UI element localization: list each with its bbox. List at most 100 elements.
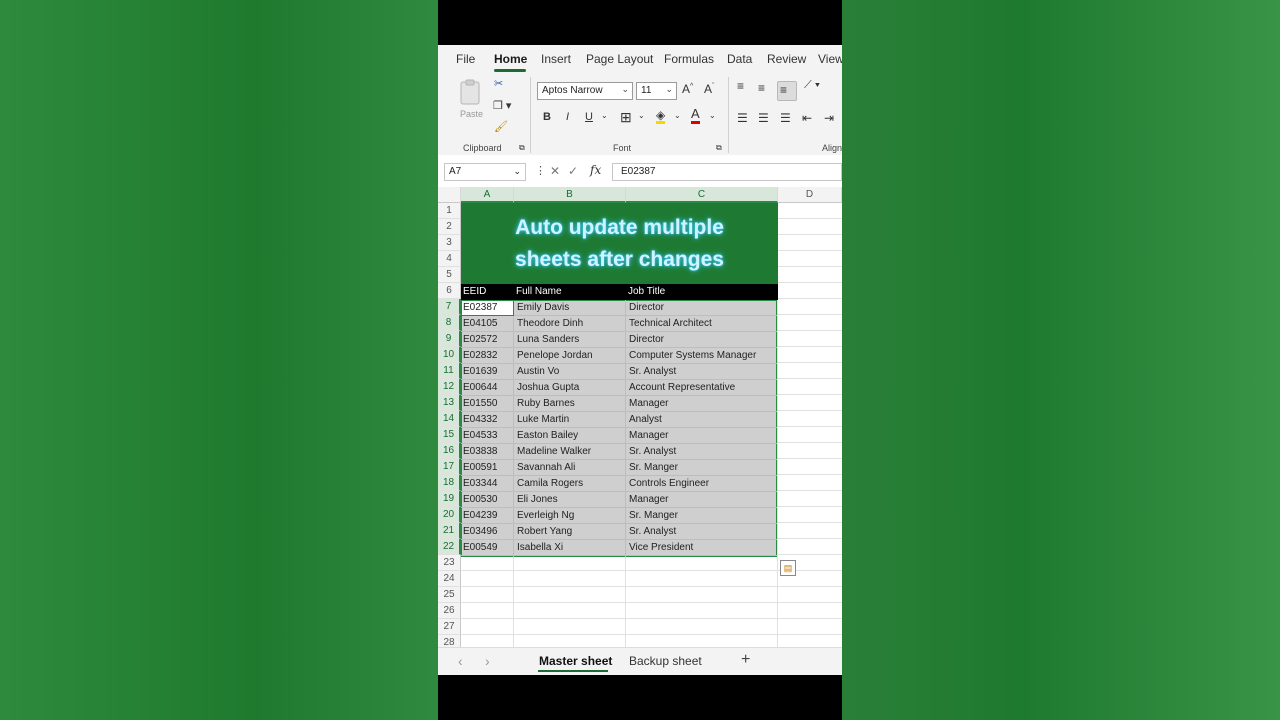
cell-full-name[interactable]: Austin Vo xyxy=(517,364,559,380)
bold-icon[interactable]: B xyxy=(543,111,551,123)
cell-job-title[interactable]: Vice President xyxy=(629,540,693,556)
row-header[interactable]: 11 xyxy=(438,363,461,379)
cell-full-name[interactable]: Eli Jones xyxy=(517,492,558,508)
formula-input[interactable]: E02387 xyxy=(612,163,842,181)
row-header[interactable]: 9 xyxy=(438,331,461,347)
next-sheet-icon[interactable]: › xyxy=(485,653,490,669)
cell-job-title[interactable]: Sr. Analyst xyxy=(629,444,676,460)
row-header[interactable]: 16 xyxy=(438,443,461,459)
column-header-d[interactable]: D xyxy=(778,187,842,203)
cell-full-name[interactable]: Emily Davis xyxy=(517,300,569,316)
align-center-icon[interactable]: ☰ xyxy=(758,111,769,125)
cell-job-title[interactable]: Manager xyxy=(629,492,668,508)
cell-full-name[interactable]: Penelope Jordan xyxy=(517,348,593,364)
cell-job-title[interactable]: Sr. Manger xyxy=(629,460,678,476)
row-header[interactable]: 19 xyxy=(438,491,461,507)
increase-indent-icon[interactable]: ⇥ xyxy=(824,111,834,125)
row-header[interactable]: 23 xyxy=(438,555,461,571)
tab-review[interactable]: Review xyxy=(767,52,806,66)
chevron-down-icon[interactable]: ⌄ xyxy=(674,111,681,120)
align-top-icon[interactable]: ≡ xyxy=(737,79,744,93)
worksheet-grid[interactable]: A B C D 1 2 3 4 5 6 7 8 9 10 11 12 13 14 15 16 17 18 19 20 2… xyxy=(438,187,842,647)
cell-job-title[interactable]: Director xyxy=(629,300,664,316)
row-header[interactable]: 26 xyxy=(438,603,461,619)
cell-eeid[interactable]: E00549 xyxy=(463,540,497,556)
tab-view[interactable]: View xyxy=(818,52,842,66)
row-header[interactable]: 20 xyxy=(438,507,461,523)
enter-icon[interactable]: ✓ xyxy=(568,164,578,178)
column-header-c[interactable]: C xyxy=(626,187,778,203)
cell-eeid[interactable]: E00530 xyxy=(463,492,497,508)
row-header[interactable]: 3 xyxy=(438,235,461,251)
clipboard-launcher-icon[interactable]: ⧉ xyxy=(519,143,525,153)
font-name-select[interactable]: Aptos Narrow ⌄ xyxy=(537,82,633,100)
prev-sheet-icon[interactable]: ‹ xyxy=(458,653,463,669)
cell-eeid[interactable]: E00591 xyxy=(463,460,497,476)
sheet-tab-master[interactable]: Master sheet xyxy=(539,654,612,668)
align-right-icon[interactable]: ☰ xyxy=(780,111,791,125)
row-header[interactable]: 21 xyxy=(438,523,461,539)
row-header[interactable]: 18 xyxy=(438,475,461,491)
cell-job-title[interactable]: Technical Architect xyxy=(629,316,712,332)
align-left-icon[interactable]: ☰ xyxy=(737,111,748,125)
fill-color-icon[interactable]: ◈ xyxy=(656,109,666,124)
cell-full-name[interactable]: Isabella Xi xyxy=(517,540,563,556)
cell-full-name[interactable]: Theodore Dinh xyxy=(517,316,583,332)
insert-function-icon[interactable]: fx xyxy=(590,163,601,177)
tab-home[interactable]: Home xyxy=(494,52,527,66)
font-size-select[interactable]: 11 ⌄ xyxy=(636,82,677,100)
column-header-b[interactable]: B xyxy=(514,187,626,203)
cell-job-title[interactable]: Director xyxy=(629,332,664,348)
row-header[interactable]: 14 xyxy=(438,411,461,427)
row-header[interactable]: 28 xyxy=(438,635,461,647)
cell-eeid[interactable]: E04533 xyxy=(463,428,497,444)
decrease-indent-icon[interactable]: ⇤ xyxy=(802,111,812,125)
row-header[interactable]: 7 xyxy=(438,299,461,315)
cell-job-title[interactable]: Manager xyxy=(629,396,668,412)
row-header[interactable]: 17 xyxy=(438,459,461,475)
tab-page-layout[interactable]: Page Layout xyxy=(586,52,653,66)
cell-full-name[interactable]: Everleigh Ng xyxy=(517,508,574,524)
row-header[interactable]: 6 xyxy=(438,283,461,299)
cell-full-name[interactable]: Luke Martin xyxy=(517,412,569,428)
underline-icon[interactable]: U xyxy=(585,111,593,123)
add-sheet-button[interactable]: + xyxy=(741,651,750,669)
row-header[interactable]: 25 xyxy=(438,587,461,603)
borders-icon[interactable]: ⊞ xyxy=(620,109,632,126)
tab-file[interactable]: File xyxy=(456,52,475,66)
cut-icon[interactable]: ✂ xyxy=(494,77,503,90)
row-header[interactable]: 15 xyxy=(438,427,461,443)
row-header[interactable]: 24 xyxy=(438,571,461,587)
font-launcher-icon[interactable]: ⧉ xyxy=(716,143,722,153)
cell-job-title[interactable]: Sr. Analyst xyxy=(629,524,676,540)
cell-eeid[interactable]: E03838 xyxy=(463,444,497,460)
cell-job-title[interactable]: Controls Engineer xyxy=(629,476,709,492)
row-header[interactable]: 10 xyxy=(438,347,461,363)
cell-job-title[interactable]: Computer Systems Manager xyxy=(629,348,756,364)
row-header[interactable]: 12 xyxy=(438,379,461,395)
cell-job-title[interactable]: Analyst xyxy=(629,412,662,428)
paste-button[interactable] xyxy=(459,79,483,107)
row-header[interactable]: 1 xyxy=(438,203,461,219)
format-painter-icon[interactable]: 🖌 xyxy=(494,120,508,133)
row-header[interactable]: 27 xyxy=(438,619,461,635)
orientation-icon[interactable]: ⟋ ▾ xyxy=(804,79,820,92)
row-header[interactable]: 22 xyxy=(438,539,461,555)
cell-eeid[interactable]: E02832 xyxy=(463,348,497,364)
row-header[interactable]: 2 xyxy=(438,219,461,235)
cell-eeid[interactable]: E04332 xyxy=(463,412,497,428)
sheet-tab-backup[interactable]: Backup sheet xyxy=(629,654,702,668)
copy-icon[interactable]: ❐ ▾ xyxy=(493,99,511,112)
decrease-font-icon[interactable]: Aˇ xyxy=(704,82,714,96)
cell-full-name[interactable]: Savannah Ali xyxy=(517,460,575,476)
font-color-icon[interactable]: A xyxy=(691,107,700,124)
row-header[interactable]: 8 xyxy=(438,315,461,331)
cell-full-name[interactable]: Joshua Gupta xyxy=(517,380,579,396)
chevron-down-icon[interactable]: ⌄ xyxy=(638,111,645,120)
cell-eeid[interactable]: E01639 xyxy=(463,364,497,380)
row-header[interactable]: 4 xyxy=(438,251,461,267)
row-header[interactable]: 5 xyxy=(438,267,461,283)
cell-full-name[interactable]: Madeline Walker xyxy=(517,444,591,460)
cell-eeid[interactable]: E01550 xyxy=(463,396,497,412)
name-box[interactable]: A7 ⌄ xyxy=(444,163,526,181)
